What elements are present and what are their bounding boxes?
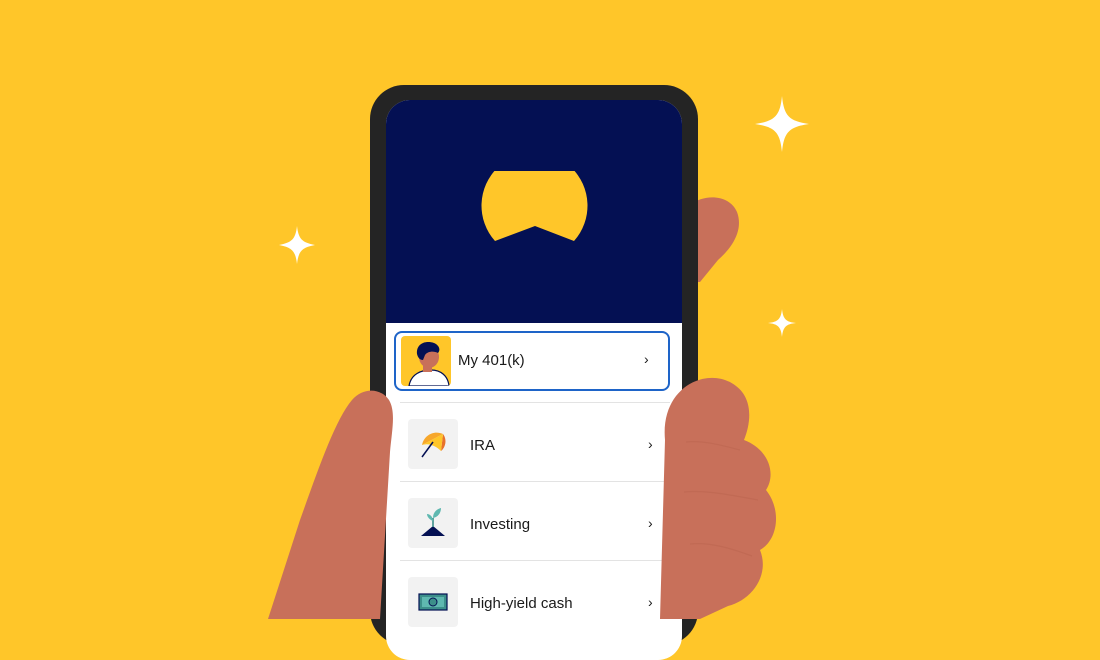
- hand-front-illustration: [268, 377, 777, 619]
